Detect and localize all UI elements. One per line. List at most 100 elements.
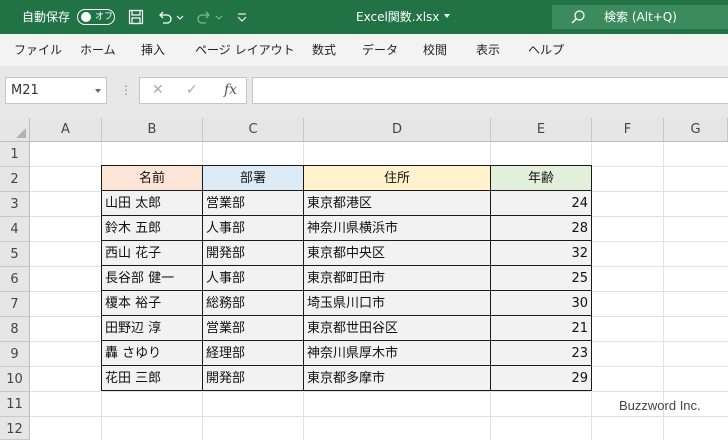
table-row: 長谷部 健一 人事部 東京都町田市 25 — [101, 265, 592, 291]
cell-department[interactable]: 営業部 — [202, 315, 304, 341]
row-header-7[interactable]: 7 — [0, 292, 30, 317]
cell-name[interactable]: 轟 さゆり — [101, 340, 203, 366]
file-title[interactable]: Excel関数.xlsx — [356, 0, 439, 34]
column-header-f[interactable]: F — [592, 118, 664, 142]
select-all-button[interactable] — [0, 118, 30, 142]
redo-icon — [197, 11, 210, 24]
undo-dropdown-icon[interactable] — [176, 9, 184, 25]
cell-address[interactable]: 東京都多摩市 — [303, 365, 491, 391]
title-chevron-down-icon[interactable] — [444, 14, 450, 18]
search-label: 検索 (Alt+Q) — [604, 10, 677, 24]
column-header-c[interactable]: C — [203, 118, 304, 142]
gridline — [30, 416, 728, 417]
name-box[interactable]: M21 — [5, 77, 107, 104]
select-all-icon — [16, 128, 26, 138]
cell-address[interactable]: 東京都世田谷区 — [303, 315, 491, 341]
row-header-10[interactable]: 10 — [0, 367, 30, 392]
row-header-11[interactable]: 11 — [0, 392, 30, 417]
row-header-8[interactable]: 8 — [0, 317, 30, 342]
row-header-6[interactable]: 6 — [0, 267, 30, 292]
table-row: 山田 太郎 営業部 東京都港区 24 — [101, 190, 592, 216]
cell-department[interactable]: 人事部 — [202, 265, 304, 291]
row-header-3[interactable]: 3 — [0, 192, 30, 217]
formula-buttons: ✕ ✓ fx — [139, 77, 247, 104]
row-header-4[interactable]: 4 — [0, 217, 30, 242]
cell-name[interactable]: 鈴木 五郎 — [101, 215, 203, 241]
cell-department[interactable]: 開発部 — [202, 240, 304, 266]
row-header-2[interactable]: 2 — [0, 167, 30, 192]
undo-icon[interactable] — [157, 9, 173, 25]
column-header-e[interactable]: E — [491, 118, 592, 142]
autosave-toggle[interactable]: オフ — [77, 9, 115, 25]
cell-age[interactable]: 28 — [490, 215, 592, 241]
cell-age[interactable]: 23 — [490, 340, 592, 366]
column-header-d[interactable]: D — [304, 118, 491, 142]
cancel-icon: ✕ — [152, 82, 164, 98]
cell-department[interactable]: 人事部 — [202, 215, 304, 241]
column-header-a[interactable]: A — [30, 118, 102, 142]
tab-file[interactable]: ファイル — [14, 34, 62, 66]
formula-input[interactable] — [252, 77, 728, 104]
header-cell-address[interactable]: 住所 — [303, 165, 491, 191]
cell-address[interactable]: 東京都中央区 — [303, 240, 491, 266]
name-box-value: M21 — [11, 83, 39, 98]
table-row: 鈴木 五郎 人事部 神奈川県横浜市 28 — [101, 215, 592, 241]
tab-review[interactable]: 校閲 — [423, 34, 447, 66]
header-cell-name[interactable]: 名前 — [101, 165, 203, 191]
tab-home[interactable]: ホーム — [80, 34, 116, 66]
customize-toolbar-icon[interactable] — [236, 9, 248, 25]
gridline — [30, 391, 728, 392]
search-icon — [571, 10, 585, 24]
ribbon-tabs: ファイル ホーム 挿入 ページ レイアウト 数式 データ 校閲 表示 ヘルプ — [0, 34, 728, 66]
cell-age[interactable]: 21 — [490, 315, 592, 341]
cell-address[interactable]: 東京都町田市 — [303, 265, 491, 291]
cell-age[interactable]: 29 — [490, 365, 592, 391]
cell-name[interactable]: 榎本 裕子 — [101, 290, 203, 316]
cell-age[interactable]: 30 — [490, 290, 592, 316]
autosave-label: 自動保存 — [22, 10, 71, 24]
cell-address[interactable]: 神奈川県横浜市 — [303, 215, 491, 241]
tab-insert[interactable]: 挿入 — [141, 34, 165, 66]
formula-bar-grip-icon[interactable]: ⋮ — [120, 78, 132, 103]
table-row: 西山 花子 開発部 東京都中央区 32 — [101, 240, 592, 266]
column-header-g[interactable]: G — [664, 118, 728, 142]
worksheet-grid[interactable]: A B C D E F G 1 2 3 4 5 6 7 8 9 10 11 12… — [0, 118, 728, 440]
cell-department[interactable]: 開発部 — [202, 365, 304, 391]
cell-department[interactable]: 経理部 — [202, 340, 304, 366]
insert-function-button[interactable]: fx — [224, 78, 237, 103]
cell-address[interactable]: 東京都港区 — [303, 190, 491, 216]
cell-name[interactable]: 西山 花子 — [101, 240, 203, 266]
tab-view[interactable]: 表示 — [476, 34, 500, 66]
cell-name[interactable]: 花田 三郎 — [101, 365, 203, 391]
cell-name[interactable]: 山田 太郎 — [101, 190, 203, 216]
cell-name[interactable]: 田野辺 淳 — [101, 315, 203, 341]
cell-age[interactable]: 32 — [490, 240, 592, 266]
table-row: 轟 さゆり 経理部 神奈川県厚木市 23 — [101, 340, 592, 366]
save-icon[interactable] — [128, 9, 144, 25]
table-row: 榎本 裕子 総務部 埼玉県川口市 30 — [101, 290, 592, 316]
enter-icon: ✓ — [186, 82, 198, 98]
row-header-5[interactable]: 5 — [0, 242, 30, 267]
row-header-9[interactable]: 9 — [0, 342, 30, 367]
toggle-knob — [81, 12, 91, 22]
header-cell-department[interactable]: 部署 — [202, 165, 304, 191]
header-cell-age[interactable]: 年齢 — [490, 165, 592, 191]
cell-address[interactable]: 埼玉県川口市 — [303, 290, 491, 316]
cell-department[interactable]: 総務部 — [202, 290, 304, 316]
redo-dropdown-icon — [215, 15, 223, 20]
row-header-12[interactable]: 12 — [0, 417, 30, 440]
row-header-1[interactable]: 1 — [0, 142, 30, 167]
cell-age[interactable]: 25 — [490, 265, 592, 291]
tab-formulas[interactable]: 数式 — [312, 34, 336, 66]
title-bar: 自動保存 オフ Excel関数.xlsx 検索 (Alt+Q) — [0, 0, 728, 34]
cell-department[interactable]: 営業部 — [202, 190, 304, 216]
tab-data[interactable]: データ — [362, 34, 398, 66]
tab-help[interactable]: ヘルプ — [528, 34, 564, 66]
tab-page-layout[interactable]: ページ レイアウト — [195, 34, 295, 66]
cell-address[interactable]: 神奈川県厚木市 — [303, 340, 491, 366]
column-header-b[interactable]: B — [102, 118, 203, 142]
search-box[interactable]: 検索 (Alt+Q) — [552, 5, 728, 29]
cell-name[interactable]: 長谷部 健一 — [101, 265, 203, 291]
name-box-chevron-down-icon[interactable] — [95, 89, 101, 93]
cell-age[interactable]: 24 — [490, 190, 592, 216]
